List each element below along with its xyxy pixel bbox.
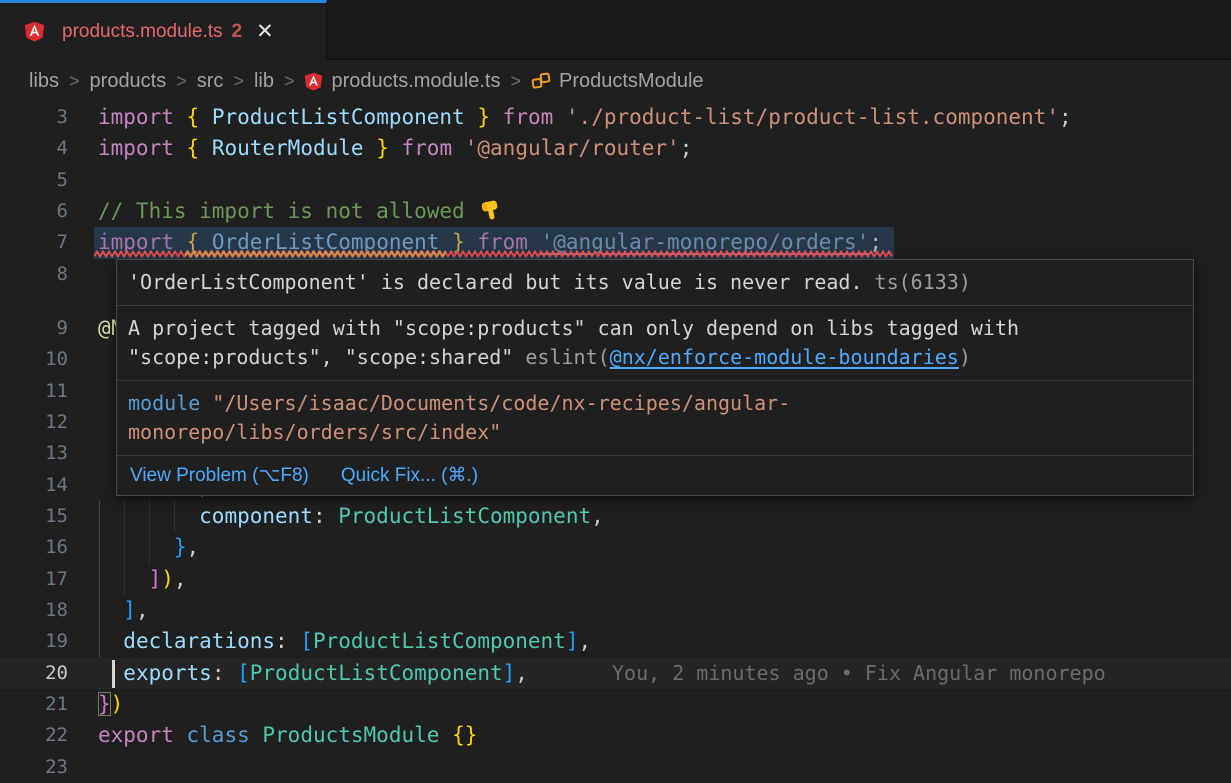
quick-fix-link[interactable]: Quick Fix... (⌘.) <box>341 464 478 487</box>
line-text: import { RouterModule } from '@angular/r… <box>98 133 692 164</box>
tab-problem-badge: 2 <box>232 21 243 43</box>
tab-title: products.module.ts <box>62 21 223 43</box>
text-cursor <box>112 660 115 688</box>
ts-error-section: 'OrderListComponent' is declared but its… <box>117 260 1193 305</box>
line-number: 11 <box>0 376 68 407</box>
breadcrumb: libs > products > src > lib > products.m… <box>0 60 1231 102</box>
line-text: declarations: [ProductListComponent], <box>98 626 591 657</box>
code-editor: 3 import { ProductListComponent } from '.… <box>0 0 1231 780</box>
line-text: component: ProductListComponent, <box>98 501 604 532</box>
breadcrumb-symbol[interactable]: ProductsModule <box>559 70 704 93</box>
breadcrumb-separator: > <box>510 71 521 92</box>
breadcrumb-separator: > <box>284 71 295 92</box>
eslint-message-line1: A project tagged with "scope:products" c… <box>128 316 1019 340</box>
code-line-3[interactable]: 3 import { ProductListComponent } from '.… <box>0 102 1231 133</box>
module-path-line2: monorepo/libs/orders/src/index" <box>128 420 501 444</box>
tab-products-module[interactable]: products.module.ts 2 ✕ <box>0 0 327 60</box>
code-line-5[interactable]: 5 <box>0 165 1231 196</box>
line-number: 20 <box>0 658 68 689</box>
breadcrumb-libs[interactable]: libs <box>29 70 59 93</box>
module-keyword: module <box>128 391 200 415</box>
code-line-19[interactable]: 19 declarations: [ProductListComponent], <box>0 626 1231 657</box>
line-number: 12 <box>0 407 68 438</box>
code-line-17[interactable]: 17 ]), <box>0 564 1231 595</box>
line-number: 3 <box>0 102 68 133</box>
eslint-rule-link[interactable]: @nx/enforce-module-boundaries <box>610 345 959 369</box>
line-number: 13 <box>0 438 68 469</box>
eslint-message-line2: "scope:products", "scope:shared" <box>128 345 525 369</box>
breadcrumb-separator: > <box>69 71 80 92</box>
line-number: 4 <box>0 133 68 164</box>
line-number: 7 <box>0 227 68 258</box>
line-text: import { ProductListComponent } from './… <box>98 102 1072 133</box>
code-line-6[interactable]: 6 // This import is not allowed <box>0 196 1231 227</box>
eslint-error-section: A project tagged with "scope:products" c… <box>117 305 1193 380</box>
code-line-15[interactable]: 15 component: ProductListComponent, <box>0 501 1231 532</box>
eslint-source-prefix: eslint( <box>525 345 609 369</box>
angular-icon <box>24 21 45 42</box>
line-text: // This import is not allowed <box>98 196 502 227</box>
code-line-21[interactable]: 21}) <box>0 689 1231 720</box>
line-text: }, <box>98 532 199 563</box>
module-path-line1: "/Users/isaac/Documents/code/nx-recipes/… <box>200 391 790 415</box>
angular-icon <box>304 72 323 91</box>
code-line-23[interactable]: 23 <box>0 752 1231 783</box>
close-icon[interactable]: ✕ <box>256 21 274 42</box>
view-problem-link[interactable]: View Problem (⌥F8) <box>130 464 309 487</box>
ts-error-code: ts(6133) <box>863 270 971 294</box>
line-number: 16 <box>0 532 68 563</box>
code-line-4[interactable]: 4 import { RouterModule } from '@angular/… <box>0 133 1231 164</box>
line-number: 22 <box>0 720 68 751</box>
line-number: 8 <box>0 259 68 290</box>
ts-error-message: 'OrderListComponent' is declared but its… <box>128 270 863 294</box>
pointing-down-icon <box>477 197 504 224</box>
git-blame-annotation: You, 2 minutes ago • Fix Angular monorep… <box>612 658 1106 689</box>
class-symbol-icon <box>531 71 551 91</box>
line-number: 6 <box>0 196 68 227</box>
line-text: exports: [ProductListComponent], <box>98 658 528 689</box>
problem-hover-popup: 'OrderListComponent' is declared but its… <box>116 259 1194 496</box>
line-number: 10 <box>0 344 68 375</box>
warning-squiggle <box>185 250 447 258</box>
breadcrumb-file[interactable]: products.module.ts <box>331 70 500 93</box>
line-text: export class ProductsModule {} <box>98 720 477 751</box>
line-text: ], <box>98 595 149 626</box>
line-number: 15 <box>0 501 68 532</box>
module-path-section: module "/Users/isaac/Documents/code/nx-r… <box>117 380 1193 455</box>
tab-bar: products.module.ts 2 ✕ <box>0 0 1231 60</box>
code-line-22[interactable]: 22 export class ProductsModule {} <box>0 720 1231 751</box>
eslint-source-suffix: ) <box>959 345 971 369</box>
breadcrumb-src[interactable]: src <box>197 70 224 93</box>
code-line-16[interactable]: 16 }, <box>0 532 1231 563</box>
line-number: 9 <box>0 313 68 344</box>
line-number: 19 <box>0 626 68 657</box>
code-line-18[interactable]: 18 ], <box>0 595 1231 626</box>
line-text: }) <box>98 689 123 720</box>
hover-actions: View Problem (⌥F8) Quick Fix... (⌘.) <box>117 455 1193 495</box>
line-number: 17 <box>0 564 68 595</box>
line-number: 23 <box>0 752 68 783</box>
line-number: 21 <box>0 689 68 720</box>
line-number: 18 <box>0 595 68 626</box>
line-number: 5 <box>0 165 68 196</box>
code-line-20[interactable]: 20 exports: [ProductListComponent], You, … <box>0 658 1231 689</box>
line-text: ]), <box>98 564 187 595</box>
breadcrumb-lib[interactable]: lib <box>254 70 274 93</box>
breadcrumb-products[interactable]: products <box>90 70 167 93</box>
breadcrumb-separator: > <box>176 71 187 92</box>
line-number: 14 <box>0 470 68 501</box>
breadcrumb-separator: > <box>233 71 244 92</box>
